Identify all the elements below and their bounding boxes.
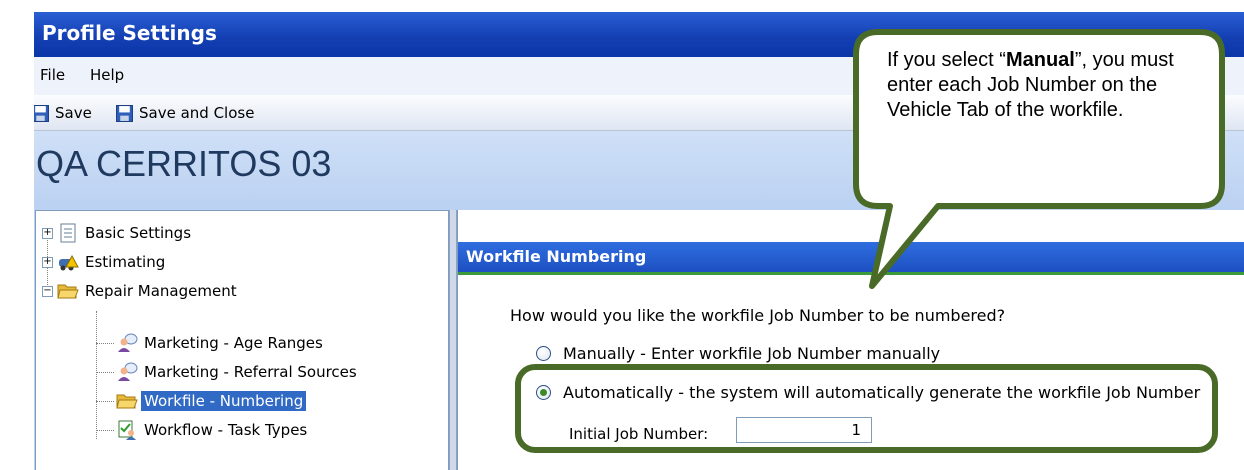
callout-text-pre: If you select “ [887, 49, 1006, 71]
callout-text-bold: Manual [1005, 49, 1075, 71]
callout-text: If you select “Manual”, you must enter e… [887, 48, 1207, 123]
